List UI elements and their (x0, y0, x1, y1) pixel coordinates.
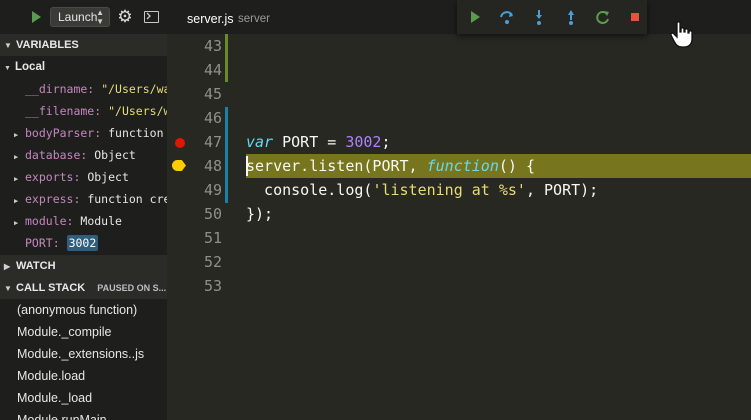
watch-section-header[interactable]: ▶ WATCH (0, 255, 167, 277)
variable-row[interactable]: ▶ module: Module (0, 210, 167, 232)
step-into-icon[interactable] (531, 9, 547, 25)
code-line[interactable]: }); (246, 202, 273, 226)
added-lines-indicator (225, 34, 228, 82)
variable-row[interactable]: ▶ express: function cre... (0, 188, 167, 210)
variable-value: "/Users/wa... (101, 82, 167, 96)
variable-name: bodyParser: (25, 126, 102, 140)
code-line[interactable]: console.log('listening at %s', PORT); (246, 178, 598, 202)
code-line[interactable]: var PORT = 3002; (246, 130, 391, 154)
tab-server-js[interactable]: server.js (187, 12, 234, 26)
call-stack-title: CALL STACK (16, 282, 86, 294)
line-number: 52 (203, 253, 222, 271)
variable-name: exports: (25, 170, 81, 184)
call-stack-status: PAUSED ON S... (97, 283, 167, 293)
variable-value: Object (94, 148, 136, 162)
text-cursor (246, 156, 248, 176)
call-stack-frame[interactable]: Module.load (17, 365, 167, 387)
variables-title: VARIABLES (16, 39, 79, 51)
call-stack-frame[interactable]: Module.runMain (17, 409, 167, 420)
variable-name: express: (25, 192, 81, 206)
launch-config-select[interactable]: Launch ▲ ▼ (50, 7, 110, 27)
console-icon[interactable] (144, 11, 159, 23)
call-stack-frame[interactable]: Module._load (17, 387, 167, 409)
editor-pane: server.js server 43 44 45 46 47 48 49 50 51 52 53 … (167, 0, 751, 420)
line-number: 53 (203, 277, 222, 295)
line-number: 51 (203, 229, 222, 247)
chevron-down-icon: ▼ (4, 284, 12, 293)
chevron-right-icon: ▶ (14, 197, 19, 205)
local-scope-label: Local (15, 61, 46, 73)
variable-name: module: (25, 214, 74, 228)
variable-name: __dirname: (25, 82, 95, 96)
call-stack-section-header[interactable]: ▼ CALL STACK PAUSED ON S... (0, 277, 167, 299)
debug-toolbar (457, 0, 647, 34)
step-out-icon[interactable] (563, 9, 579, 25)
variable-value: Module (80, 214, 122, 228)
variable-row[interactable]: ▶ bodyParser: function ... (0, 122, 167, 144)
debug-sidebar: Launch ▲ ▼ ⚙ ▼ VARIABLES ▼ Local __dirname:… (0, 0, 167, 420)
line-number: 44 (203, 61, 222, 79)
chevron-right-icon: ▶ (14, 131, 19, 139)
variable-row[interactable]: __filename: "/Users/w... (0, 100, 167, 122)
chevron-right-icon: ▶ (4, 262, 11, 271)
line-number: 49 (203, 181, 222, 199)
variable-row[interactable]: PORT: 3002 (0, 232, 167, 254)
variable-name: __filename: (25, 104, 102, 118)
watch-title: WATCH (16, 260, 56, 272)
call-stack-frame[interactable]: Module._extensions..js (17, 343, 167, 365)
chevron-right-icon: ▶ (14, 153, 19, 161)
chevron-down-icon: ▼ (4, 65, 11, 72)
chevron-right-icon: ▶ (14, 175, 19, 183)
chevron-right-icon: ▶ (14, 219, 19, 227)
debug-actions-bar: Launch ▲ ▼ ⚙ (0, 0, 167, 34)
call-stack-frame[interactable]: (anonymous function) (17, 299, 167, 321)
variable-name: PORT: (25, 236, 60, 250)
local-scope[interactable]: ▼ Local (0, 56, 167, 78)
restart-icon[interactable] (595, 9, 611, 25)
hand-pointer-icon (668, 20, 698, 50)
line-number: 48 (203, 157, 222, 175)
variable-value: function cre... (87, 192, 167, 206)
variable-row[interactable]: ▶ database: Object (0, 144, 167, 166)
step-over-icon[interactable] (499, 9, 515, 25)
gear-icon[interactable]: ⚙ (116, 7, 134, 27)
variable-value: Object (87, 170, 129, 184)
line-number: 50 (203, 205, 222, 223)
tab-folder-label: server (238, 13, 270, 25)
variable-value: function ... (108, 126, 167, 140)
play-icon[interactable] (32, 11, 41, 23)
variables-section-header[interactable]: ▼ VARIABLES (0, 34, 167, 56)
code-line[interactable]: server.listen(PORT, function() { (246, 154, 535, 178)
variable-value: 3002 (66, 235, 99, 251)
continue-icon[interactable] (467, 9, 483, 25)
select-arrows-icon: ▲ ▼ (96, 8, 104, 26)
variable-value: "/Users/w... (108, 104, 167, 118)
call-stack-frame[interactable]: Module._compile (17, 321, 167, 343)
line-number: 46 (203, 109, 222, 127)
variable-name: database: (25, 148, 88, 162)
launch-config-label: Launch (58, 10, 98, 24)
variable-row[interactable]: __dirname: "/Users/wa... (0, 78, 167, 100)
line-number: 47 (203, 133, 222, 151)
stop-icon[interactable] (627, 9, 643, 25)
chevron-down-icon: ▼ (4, 41, 12, 50)
variable-row[interactable]: ▶ exports: Object (0, 166, 167, 188)
modified-lines-indicator (225, 107, 228, 203)
line-number: 45 (203, 85, 222, 103)
line-number: 43 (203, 37, 222, 55)
